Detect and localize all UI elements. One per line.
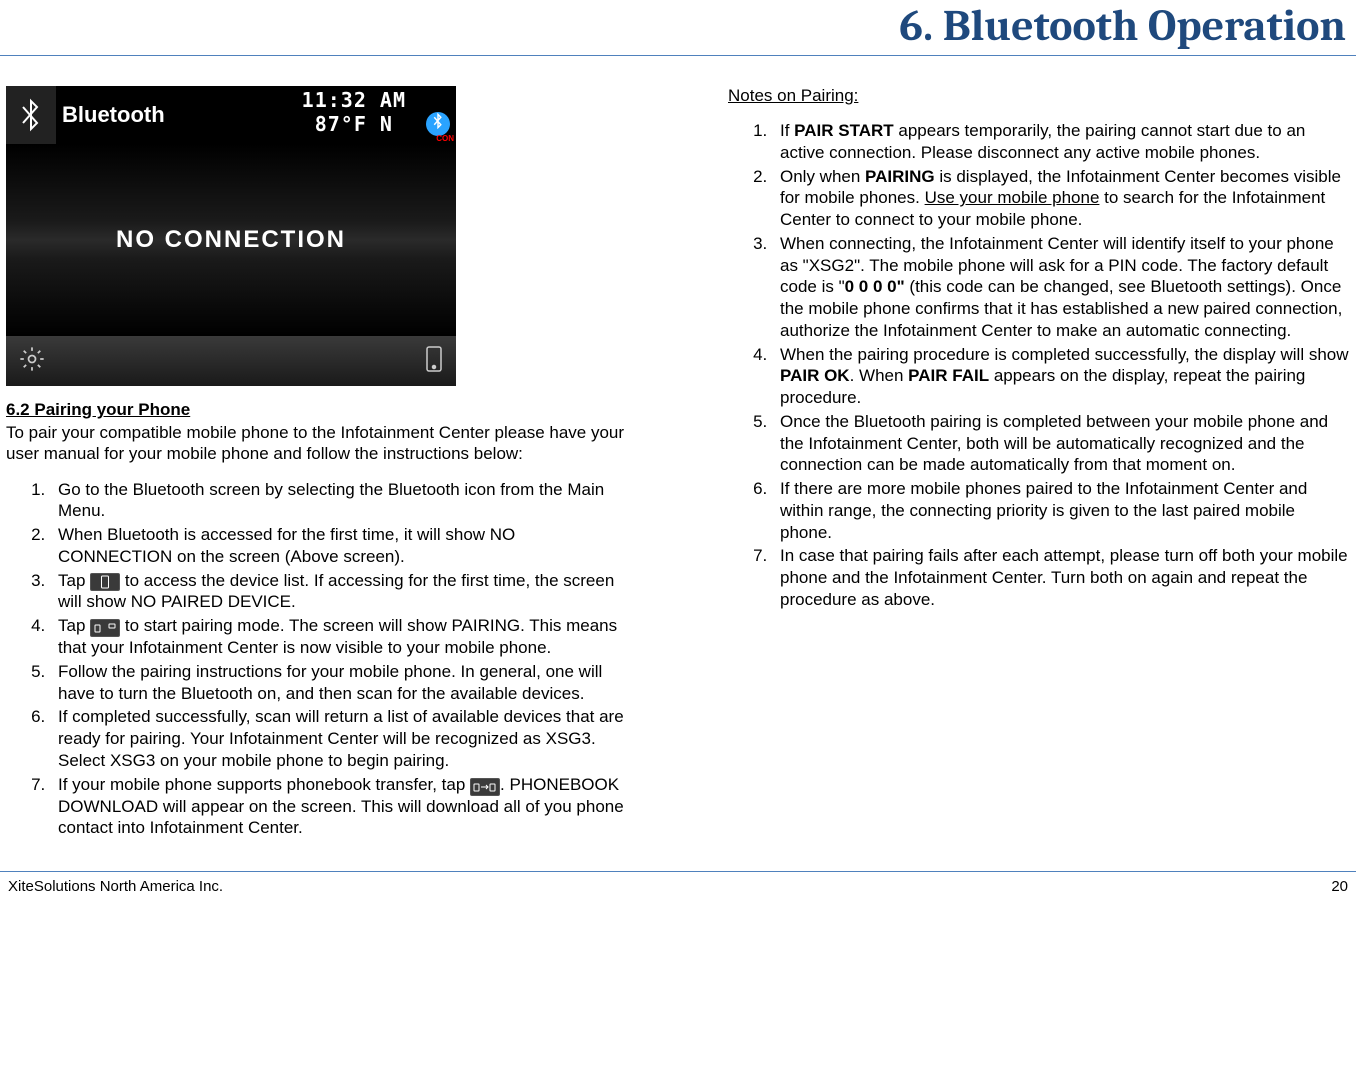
bluetooth-label: Bluetooth <box>62 102 165 128</box>
screenshot-time: 11:32 AM 87°F N <box>302 88 406 136</box>
time-text: 11:32 AM <box>302 88 406 112</box>
list-item: If there are more mobile phones paired t… <box>772 478 1350 543</box>
page-number: 20 <box>1331 878 1348 895</box>
screenshot-body: NO CONNECTION <box>6 144 456 336</box>
list-item: Go to the Bluetooth screen by selecting … <box>50 479 628 523</box>
list-item: If your mobile phone supports phonebook … <box>50 774 628 840</box>
left-column: Bluetooth 11:32 AM 87°F N CON NO CONNECT… <box>6 86 628 841</box>
list-item: When connecting, the Infotainment Center… <box>772 233 1350 342</box>
phone-small-icon <box>90 573 120 591</box>
footer-company: XiteSolutions North America Inc. <box>8 878 223 895</box>
list-item: When Bluetooth is accessed for the first… <box>50 524 628 568</box>
rule-top <box>0 55 1356 56</box>
section-heading: 6.2 Pairing your Phone <box>6 400 628 420</box>
list-item: If completed successfully, scan will ret… <box>50 706 628 771</box>
pair-small-icon <box>90 619 120 637</box>
pairing-notes: If PAIR START appears temporarily, the p… <box>728 120 1350 611</box>
temp-text: 87°F N <box>302 112 406 136</box>
footer: XiteSolutions North America Inc. 20 <box>0 878 1356 901</box>
phone-icon <box>424 345 444 378</box>
list-item: Tap to access the device list. If access… <box>50 570 628 614</box>
device-screenshot: Bluetooth 11:32 AM 87°F N CON NO CONNECT… <box>6 86 456 386</box>
bluetooth-icon <box>6 86 56 144</box>
screenshot-topbar: Bluetooth 11:32 AM 87°F N CON <box>6 86 456 144</box>
list-item: Tap to start pairing mode. The screen wi… <box>50 615 628 659</box>
list-item: If PAIR START appears temporarily, the p… <box>772 120 1350 164</box>
list-item: Follow the pairing instructions for your… <box>50 661 628 705</box>
transfer-small-icon <box>470 778 500 796</box>
list-item: Once the Bluetooth pairing is completed … <box>772 411 1350 476</box>
list-item: Only when PAIRING is displayed, the Info… <box>772 166 1350 231</box>
notes-heading: Notes on Pairing: <box>728 86 1350 106</box>
intro-text: To pair your compatible mobile phone to … <box>6 422 628 465</box>
list-item: When the pairing procedure is completed … <box>772 344 1350 409</box>
two-column-layout: Bluetooth 11:32 AM 87°F N CON NO CONNECT… <box>0 86 1356 841</box>
connection-badge-icon <box>426 112 450 136</box>
page-title: 6. Bluetooth Operation <box>0 0 1356 55</box>
right-column: Notes on Pairing: If PAIR START appears … <box>728 86 1350 841</box>
gear-icon <box>18 345 46 378</box>
connection-badge-text: CON <box>436 134 454 143</box>
pairing-steps: Go to the Bluetooth screen by selecting … <box>6 479 628 840</box>
screenshot-bottombar <box>6 336 456 386</box>
list-item: In case that pairing fails after each at… <box>772 545 1350 610</box>
rule-bottom <box>0 871 1356 872</box>
